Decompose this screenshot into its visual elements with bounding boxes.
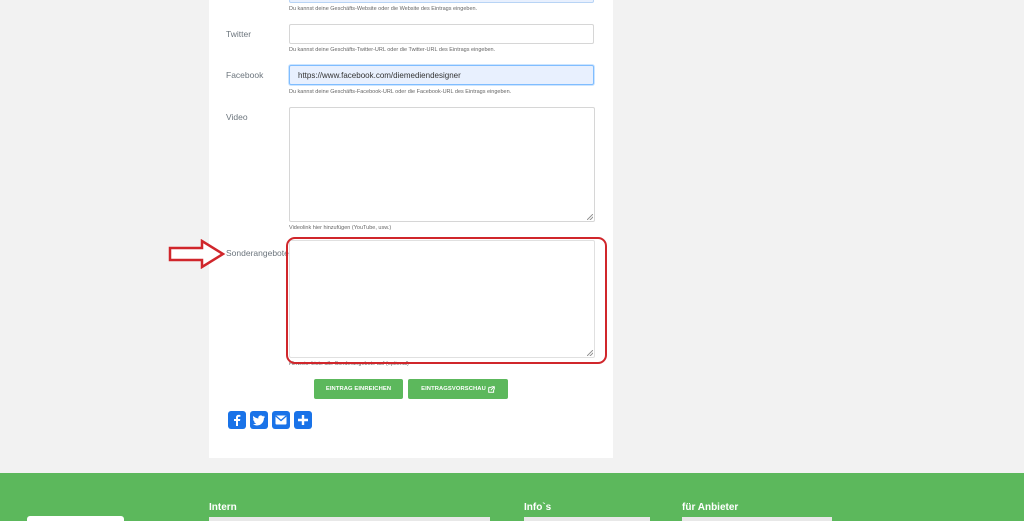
footer-divider <box>682 517 832 521</box>
twitter-share-icon[interactable] <box>250 411 268 429</box>
offers-label: Sonderangebote <box>226 248 289 258</box>
video-textarea[interactable] <box>289 107 595 222</box>
preview-entry-button[interactable]: EINTRAGSVORSCHAU <box>408 379 508 399</box>
footer-divider <box>209 517 490 521</box>
facebook-help: Du kannst deine Geschäfts-Facebook-URL o… <box>289 89 512 95</box>
email-share-icon[interactable] <box>272 411 290 429</box>
footer <box>0 473 1024 521</box>
facebook-share-icon[interactable] <box>228 411 246 429</box>
preview-entry-label: EINTRAGSVORSCHAU <box>421 386 486 392</box>
twitter-help: Du kannst deine Geschäfts-Twitter-URL od… <box>289 47 496 53</box>
video-help: Videolink hier hinzufügen (YouTube, usw.… <box>289 225 392 231</box>
footer-title-anbieter: für Anbieter <box>682 502 739 513</box>
twitter-input[interactable] <box>289 24 594 44</box>
video-label: Video <box>226 112 248 122</box>
pointer-arrow-icon <box>168 239 226 269</box>
plus-share-icon[interactable] <box>294 411 312 429</box>
facebook-label: Facebook <box>226 70 264 80</box>
website-help: Du kannst deine Geschäfts-Website oder d… <box>289 6 478 12</box>
resize-grip-icon[interactable] <box>587 214 593 220</box>
website-input[interactable] <box>289 0 594 3</box>
twitter-label: Twitter <box>226 29 252 39</box>
bottom-tab[interactable] <box>27 516 124 521</box>
submit-entry-label: EINTRAG EINREICHEN <box>325 386 392 392</box>
submit-entry-button[interactable]: EINTRAG EINREICHEN <box>314 379 403 399</box>
footer-title-infos: Info`s <box>524 502 552 513</box>
footer-title-intern: Intern <box>209 502 237 513</box>
facebook-input[interactable] <box>289 65 594 85</box>
highlight-box <box>286 237 607 364</box>
external-link-icon <box>488 385 495 393</box>
footer-divider <box>524 517 650 521</box>
